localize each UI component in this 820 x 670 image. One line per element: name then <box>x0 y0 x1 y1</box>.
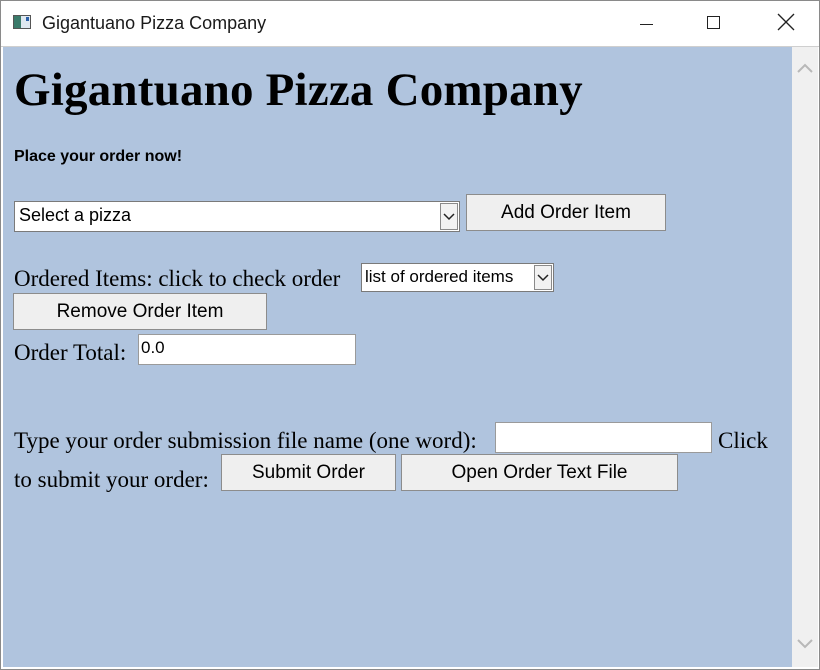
chevron-down-icon <box>443 213 455 221</box>
order-total-label: Order Total: <box>14 340 127 365</box>
submit-order-button[interactable]: Submit Order <box>221 454 396 491</box>
chevron-down-icon <box>537 274 549 282</box>
vertical-scrollbar[interactable] <box>792 47 818 667</box>
submit-prompt-label: to submit your order: <box>14 467 209 492</box>
submit-order-label: Submit Order <box>252 462 365 483</box>
remove-order-item-label: Remove Order Item <box>56 301 224 322</box>
app-window: Gigantuano Pizza Company Gigantuano Pizz… <box>0 0 820 670</box>
pizza-select-dropdown-button[interactable] <box>440 203 458 230</box>
chevron-down-icon[interactable] <box>796 637 814 651</box>
filename-label: Type your order submission file name (on… <box>14 428 477 453</box>
page-title: Gigantuano Pizza Company <box>14 64 583 116</box>
click-label: Click <box>718 428 768 453</box>
ordered-items-select-value: list of ordered items <box>365 267 514 286</box>
order-total-value: 0.0 <box>141 338 165 357</box>
maximize-icon <box>707 16 720 29</box>
pizza-select-value: Select a pizza <box>19 205 132 225</box>
minimize-icon <box>640 24 653 25</box>
minimize-button[interactable] <box>623 1 669 46</box>
close-button[interactable] <box>761 1 807 46</box>
chevron-up-icon[interactable] <box>796 61 814 75</box>
open-order-file-button[interactable]: Open Order Text File <box>401 454 678 491</box>
ordered-items-select[interactable]: list of ordered items <box>361 263 554 292</box>
maximize-button[interactable] <box>691 1 737 46</box>
add-order-item-label: Add Order Item <box>501 202 631 223</box>
app-window-icon <box>13 15 31 29</box>
order-prompt: Place your order now! <box>14 148 183 165</box>
close-icon <box>777 13 795 31</box>
window-title: Gigantuano Pizza Company <box>42 13 267 33</box>
pizza-select[interactable]: Select a pizza <box>14 201 460 232</box>
add-order-item-button[interactable]: Add Order Item <box>466 194 666 231</box>
open-order-file-label: Open Order Text File <box>451 462 628 483</box>
remove-order-item-button[interactable]: Remove Order Item <box>13 293 267 330</box>
order-total-field[interactable]: 0.0 <box>138 334 356 365</box>
ordered-items-dropdown-button[interactable] <box>534 265 552 290</box>
ordered-items-label: Ordered Items: click to check order <box>14 266 341 291</box>
page-content: Gigantuano Pizza Company Place your orde… <box>3 47 792 667</box>
filename-input[interactable] <box>495 422 712 453</box>
title-bar[interactable]: Gigantuano Pizza Company <box>1 1 819 47</box>
